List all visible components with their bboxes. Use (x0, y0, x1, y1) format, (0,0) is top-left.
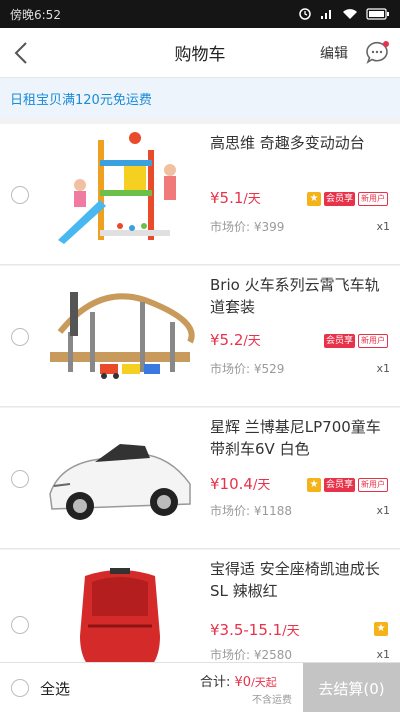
market-price: 市场价: ¥2580 (210, 648, 293, 662)
edit-button[interactable]: 编辑 (320, 43, 348, 63)
checkout-bar: 全选 合计: ¥0/天起 不含运费 去结算(0) (0, 662, 400, 712)
checkout-button[interactable]: 去结算(0) (303, 663, 400, 712)
free-shipping-banner: 日租宝贝满120元免运费 (0, 78, 400, 118)
product-name: 星辉 兰博基尼LP700童车带刹车6V 白色 (210, 418, 381, 458)
item-checkbox[interactable] (11, 616, 29, 634)
back-icon[interactable] (10, 40, 34, 66)
product-name: 宝得适 安全座椅凯迪成长SL 辣椒红 (210, 560, 380, 600)
status-icons (298, 7, 390, 21)
price-value: ¥5.1 (210, 189, 244, 207)
status-time: 傍晚6:52 (10, 7, 61, 22)
product-image-ride-on-car (49, 444, 191, 520)
star-badge: ★ (374, 622, 388, 636)
total-label: 合计: (200, 675, 231, 690)
status-bar: 傍晚6:52 (0, 0, 400, 28)
product-image-slide-playset (58, 132, 176, 244)
price-unit: /天 (243, 192, 261, 207)
member-badge: 会员享 (323, 478, 355, 492)
rental-price: ¥10.4/天 (210, 474, 270, 493)
rental-price: ¥3.5-15.1/天 (210, 620, 300, 639)
badge-group: ★ 会员享 新用户 (306, 192, 388, 206)
quantity: x1 (376, 504, 390, 517)
price-value: ¥10.4 (210, 475, 253, 493)
new-user-badge: 新用户 (358, 478, 388, 492)
member-badge: 会员享 (323, 192, 355, 206)
badge-group: ★ 会员享 新用户 (306, 478, 388, 492)
new-user-badge: 新用户 (358, 334, 388, 348)
product-name: 高思维 奇趣多变动动台 (210, 134, 365, 152)
quantity: x1 (376, 362, 390, 375)
total-summary: 合计: ¥0/天起 (200, 671, 277, 690)
alarm-icon (299, 8, 311, 20)
cart-item[interactable]: 星辉 兰博基尼LP700童车带刹车6V 白色 ¥10.4/天 ★ 会员享 新用户… (0, 408, 400, 549)
message-icon[interactable] (364, 40, 390, 66)
app-header: 购物车 编辑 (0, 28, 400, 78)
item-checkbox[interactable] (11, 186, 29, 204)
price-unit: /天 (282, 624, 300, 639)
price-value: ¥3.5-15.1 (210, 621, 283, 639)
wifi-icon (343, 9, 357, 19)
member-badge: 会员享 (323, 334, 355, 348)
signal-icon (321, 10, 331, 19)
total-unit: /天起 (251, 676, 277, 689)
quantity: x1 (376, 220, 390, 233)
market-price: 市场价: ¥399 (210, 220, 285, 234)
quantity: x1 (376, 648, 390, 661)
price-unit: /天 (252, 478, 271, 493)
new-user-badge: 新用户 (358, 192, 388, 206)
item-checkbox[interactable] (11, 328, 29, 346)
market-price: 市场价: ¥529 (210, 362, 285, 376)
market-price: 市场价: ¥1188 (210, 504, 293, 518)
cart-item[interactable]: Brio 火车系列云霄飞车轨道套装 ¥5.2/天 会员享 新用户 市场价: ¥5… (0, 266, 400, 407)
total-value: ¥0 (234, 675, 252, 690)
badge-group: 会员享 新用户 (323, 334, 388, 348)
star-badge: ★ (306, 192, 321, 206)
price-unit: /天 (243, 334, 261, 349)
badge-group: ★ (374, 622, 388, 636)
rental-price: ¥5.1/天 (210, 188, 261, 207)
shipping-note: 不含运费 (252, 695, 292, 706)
star-badge: ★ (306, 478, 321, 492)
select-all-checkbox[interactable] (11, 679, 29, 697)
page-title: 购物车 (174, 45, 226, 65)
select-all-label[interactable]: 全选 (40, 678, 70, 699)
battery-icon (366, 8, 389, 20)
free-shipping-text: 日租宝贝满120元免运费 (10, 92, 152, 108)
product-name: Brio 火车系列云霄飞车轨道套装 (210, 276, 380, 316)
rental-price: ¥5.2/天 (210, 330, 261, 349)
price-value: ¥5.2 (210, 331, 244, 349)
cart-screen: 傍晚6:52 购物车 编辑 日租宝贝满120元免运费 高思维 奇趣多变动动台 ¥… (0, 0, 400, 712)
cart-item[interactable]: 高思维 奇趣多变动动台 ¥5.1/天 ★ 会员享 新用户 市场价: ¥399 x… (0, 124, 400, 265)
product-image-train-track (50, 292, 195, 379)
item-checkbox[interactable] (11, 470, 29, 488)
